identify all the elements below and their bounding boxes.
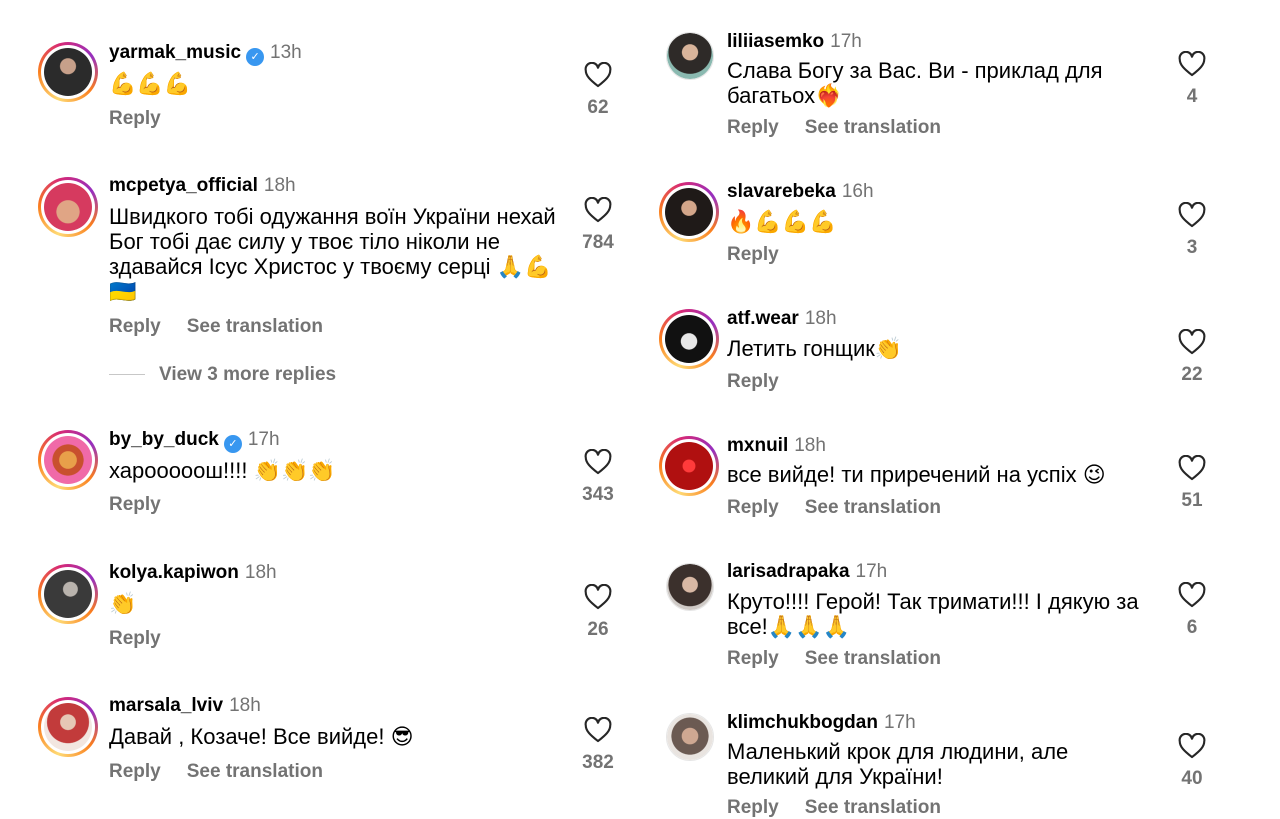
avatar[interactable]	[38, 177, 98, 237]
like-count: 26	[587, 619, 609, 640]
heart-outline-icon	[584, 62, 612, 88]
heart-outline-icon	[584, 717, 612, 743]
heart-outline-icon	[584, 449, 612, 475]
comment-text: Швидкого тобі одужання воїн України неха…	[109, 204, 556, 304]
verified-badge-icon: ✓	[223, 435, 242, 453]
heart-outline-icon	[1178, 329, 1206, 355]
like-button[interactable]: 343	[568, 449, 628, 506]
avatar[interactable]	[38, 430, 98, 490]
username[interactable]: mcpetya_official	[109, 175, 258, 196]
comment-text: 👏	[109, 591, 137, 616]
reply-button[interactable]: Reply	[109, 761, 161, 782]
avatar[interactable]	[38, 697, 98, 757]
comment-text: Летить гонщик👏	[727, 336, 903, 361]
comment-text: Давай , Козаче! Все вийде! 😎	[109, 724, 414, 749]
username[interactable]: slavarebeka	[727, 181, 836, 202]
username[interactable]: marsala_lviv	[109, 695, 223, 716]
heart-outline-icon	[1178, 455, 1206, 481]
timestamp: 18h	[263, 175, 296, 196]
username[interactable]: by_by_duck	[109, 429, 219, 450]
like-count: 22	[1181, 364, 1203, 385]
reply-button[interactable]: Reply	[109, 494, 161, 515]
heart-outline-icon	[584, 197, 612, 223]
like-count: 6	[1186, 617, 1198, 638]
username[interactable]: atf.wear	[727, 308, 799, 329]
heart-outline-icon	[1178, 582, 1206, 608]
avatar[interactable]	[666, 32, 714, 80]
like-button[interactable]: 26	[568, 584, 628, 641]
like-count: 4	[1186, 86, 1198, 107]
reply-button[interactable]: Reply	[727, 497, 779, 518]
timestamp: 18h	[794, 435, 826, 456]
reply-button[interactable]: Reply	[727, 244, 779, 265]
heart-outline-icon	[1178, 51, 1206, 77]
timestamp: 18h	[229, 695, 261, 716]
timestamp: 17h	[883, 712, 916, 733]
like-count: 40	[1181, 768, 1203, 789]
see-translation-button[interactable]: See translation	[187, 316, 323, 337]
like-button[interactable]: 6	[1162, 582, 1222, 639]
like-button[interactable]: 382	[568, 717, 628, 774]
username[interactable]: larisadrapaka	[727, 561, 850, 582]
username[interactable]: kolya.kapiwon	[109, 562, 239, 583]
like-button[interactable]: 3	[1162, 202, 1222, 259]
username[interactable]: mxnuil	[727, 435, 788, 456]
username[interactable]: yarmak_music	[109, 42, 241, 63]
username[interactable]: liliiasemko	[727, 31, 824, 52]
see-translation-button[interactable]: See translation	[805, 797, 941, 818]
timestamp: 18h	[244, 562, 277, 583]
timestamp: 13h	[270, 42, 302, 63]
verified-badge-icon: ✓	[246, 48, 265, 66]
reply-button[interactable]: Reply	[727, 371, 779, 392]
like-button[interactable]: 784	[568, 197, 628, 254]
view-more-replies-label: View 3 more replies	[159, 364, 337, 385]
like-count: 3	[1186, 237, 1198, 258]
avatar[interactable]	[666, 713, 714, 761]
like-button[interactable]: 62	[568, 62, 628, 119]
comment-text: харооооош!!!! 👏👏👏	[109, 458, 336, 483]
timestamp: 17h	[830, 31, 862, 52]
like-count: 343	[582, 484, 614, 505]
like-count: 784	[582, 232, 614, 253]
reply-button[interactable]: Reply	[727, 117, 779, 138]
heart-outline-icon	[584, 584, 612, 610]
view-more-replies[interactable]: View 3 more replies	[109, 364, 336, 386]
divider	[109, 374, 145, 376]
reply-button[interactable]: Reply	[727, 797, 779, 818]
username[interactable]: klimchukbogdan	[727, 712, 878, 733]
timestamp: 17h	[855, 561, 888, 582]
avatar[interactable]	[38, 564, 98, 624]
heart-outline-icon	[1178, 202, 1206, 228]
see-translation-button[interactable]: See translation	[805, 497, 941, 518]
reply-button[interactable]: Reply	[727, 648, 779, 669]
reply-button[interactable]: Reply	[109, 316, 161, 337]
like-count: 62	[587, 97, 609, 118]
like-count: 51	[1181, 490, 1203, 511]
see-translation-button[interactable]: See translation	[805, 648, 941, 669]
avatar[interactable]	[666, 563, 714, 611]
see-translation-button[interactable]: See translation	[187, 761, 323, 782]
avatar[interactable]	[659, 182, 719, 242]
like-button[interactable]: 40	[1162, 733, 1222, 790]
like-count: 382	[582, 752, 614, 773]
avatar[interactable]	[659, 436, 719, 496]
comment-text: 🔥💪💪💪	[727, 209, 837, 234]
heart-outline-icon	[1178, 733, 1206, 759]
like-button[interactable]: 51	[1162, 455, 1222, 512]
comment-text: 💪💪💪	[109, 71, 192, 96]
reply-button[interactable]: Reply	[109, 108, 161, 129]
comment-text: Маленький крок для людини, але великий д…	[727, 739, 1069, 789]
timestamp: 18h	[804, 308, 837, 329]
avatar[interactable]	[659, 309, 719, 369]
comment-text: все вийде! ти приречений на успіх 😉	[727, 462, 1106, 487]
timestamp: 16h	[841, 181, 874, 202]
comment-text: Слава Богу за Вас. Ви - приклад для бага…	[727, 58, 1103, 108]
like-button[interactable]: 22	[1162, 329, 1222, 386]
like-button[interactable]: 4	[1162, 51, 1222, 108]
see-translation-button[interactable]: See translation	[805, 117, 941, 138]
timestamp: 17h	[247, 429, 280, 450]
reply-button[interactable]: Reply	[109, 628, 161, 649]
avatar[interactable]	[38, 42, 98, 102]
comment-text: Круто!!!! Герой! Так тримати!!! І дякую …	[727, 589, 1139, 639]
